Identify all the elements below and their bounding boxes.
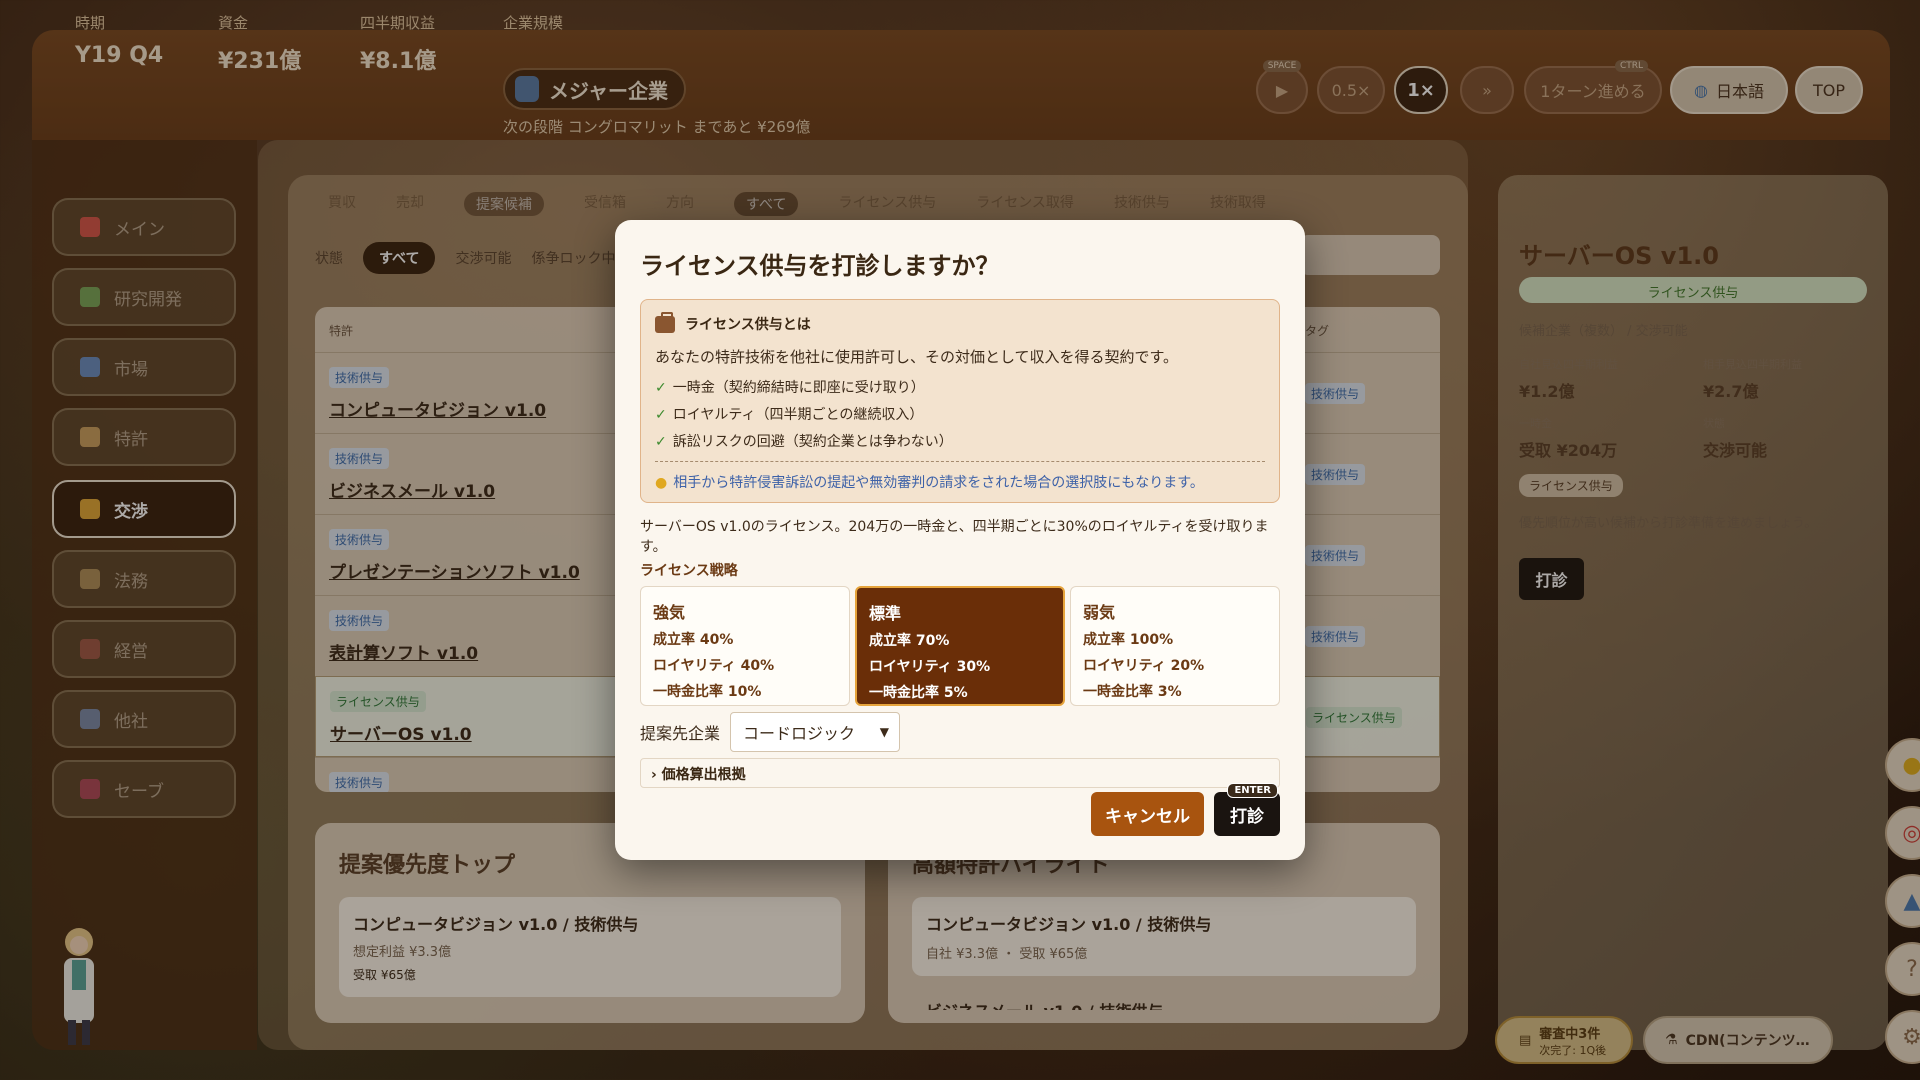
license-info-box: ライセンス供与とは あなたの特許技術を他社に使用許可し、その対価として収入を得る… — [640, 299, 1280, 503]
lightbulb-icon: ● — [655, 475, 668, 491]
check-item: ✓ ロイヤルティ（四半期ごとの継続収入） — [655, 407, 924, 423]
partner-label: 提案先企業 — [640, 723, 721, 743]
propose-button[interactable]: 打診 ENTER — [1214, 783, 1280, 836]
chevron-down-icon: ▼ — [879, 724, 890, 739]
info-hint: ● 相手から特許侵害訴訟の提起や無効審判の請求をされた場合の選択肢にもなります。 — [655, 461, 1265, 492]
check-item: ✓ 訴訟リスクの回避（契約企業とは争わない） — [655, 434, 953, 450]
info-heading: ライセンス供与とは — [685, 317, 811, 333]
strategy-weak[interactable]: 弱気 成立率 100% ロイヤリティ 20% 一時金比率 3% — [1070, 585, 1280, 706]
check-icon: ✓ — [655, 380, 667, 396]
info-description: あなたの特許技術を他社に使用許可し、その対価として収入を得る契約です。 — [655, 348, 1179, 366]
check-icon: ✓ — [655, 434, 667, 450]
license-summary: サーバーOS v1.0のライセンス。204万の一時金と、四半期ごとに30%のロイ… — [640, 519, 1269, 556]
check-icon: ✓ — [655, 407, 667, 423]
enter-hint: ENTER — [1227, 783, 1278, 798]
briefcase-icon — [655, 311, 675, 333]
strategy-aggressive[interactable]: 強気 成立率 40% ロイヤリティ 40% 一時金比率 10% — [640, 585, 850, 706]
strategy-standard[interactable]: 標準 成立率 70% ロイヤリティ 30% 一時金比率 5% — [855, 585, 1065, 706]
check-item: ✓ 一時金（契約締結時に即座に受け取り） — [655, 380, 925, 396]
strategy-options: 強気 成立率 40% ロイヤリティ 40% 一時金比率 10% 標準 成立率 7… — [640, 585, 1280, 706]
strategy-label: ライセンス戦略 — [640, 562, 738, 579]
cancel-button[interactable]: キャンセル — [1091, 792, 1204, 836]
partner-value: コードロジック — [743, 723, 856, 743]
chevron-right-icon: › — [651, 766, 657, 783]
modal-title: ライセンス供与を打診しますか？ — [640, 252, 1000, 280]
license-modal: ライセンス供与を打診しますか？ ライセンス供与とは あなたの特許技術を他社に使用… — [615, 220, 1305, 860]
pricing-basis-toggle[interactable]: › 価格算出根拠 — [640, 757, 1280, 788]
partner-select[interactable]: コードロジック ▼ — [730, 711, 901, 752]
